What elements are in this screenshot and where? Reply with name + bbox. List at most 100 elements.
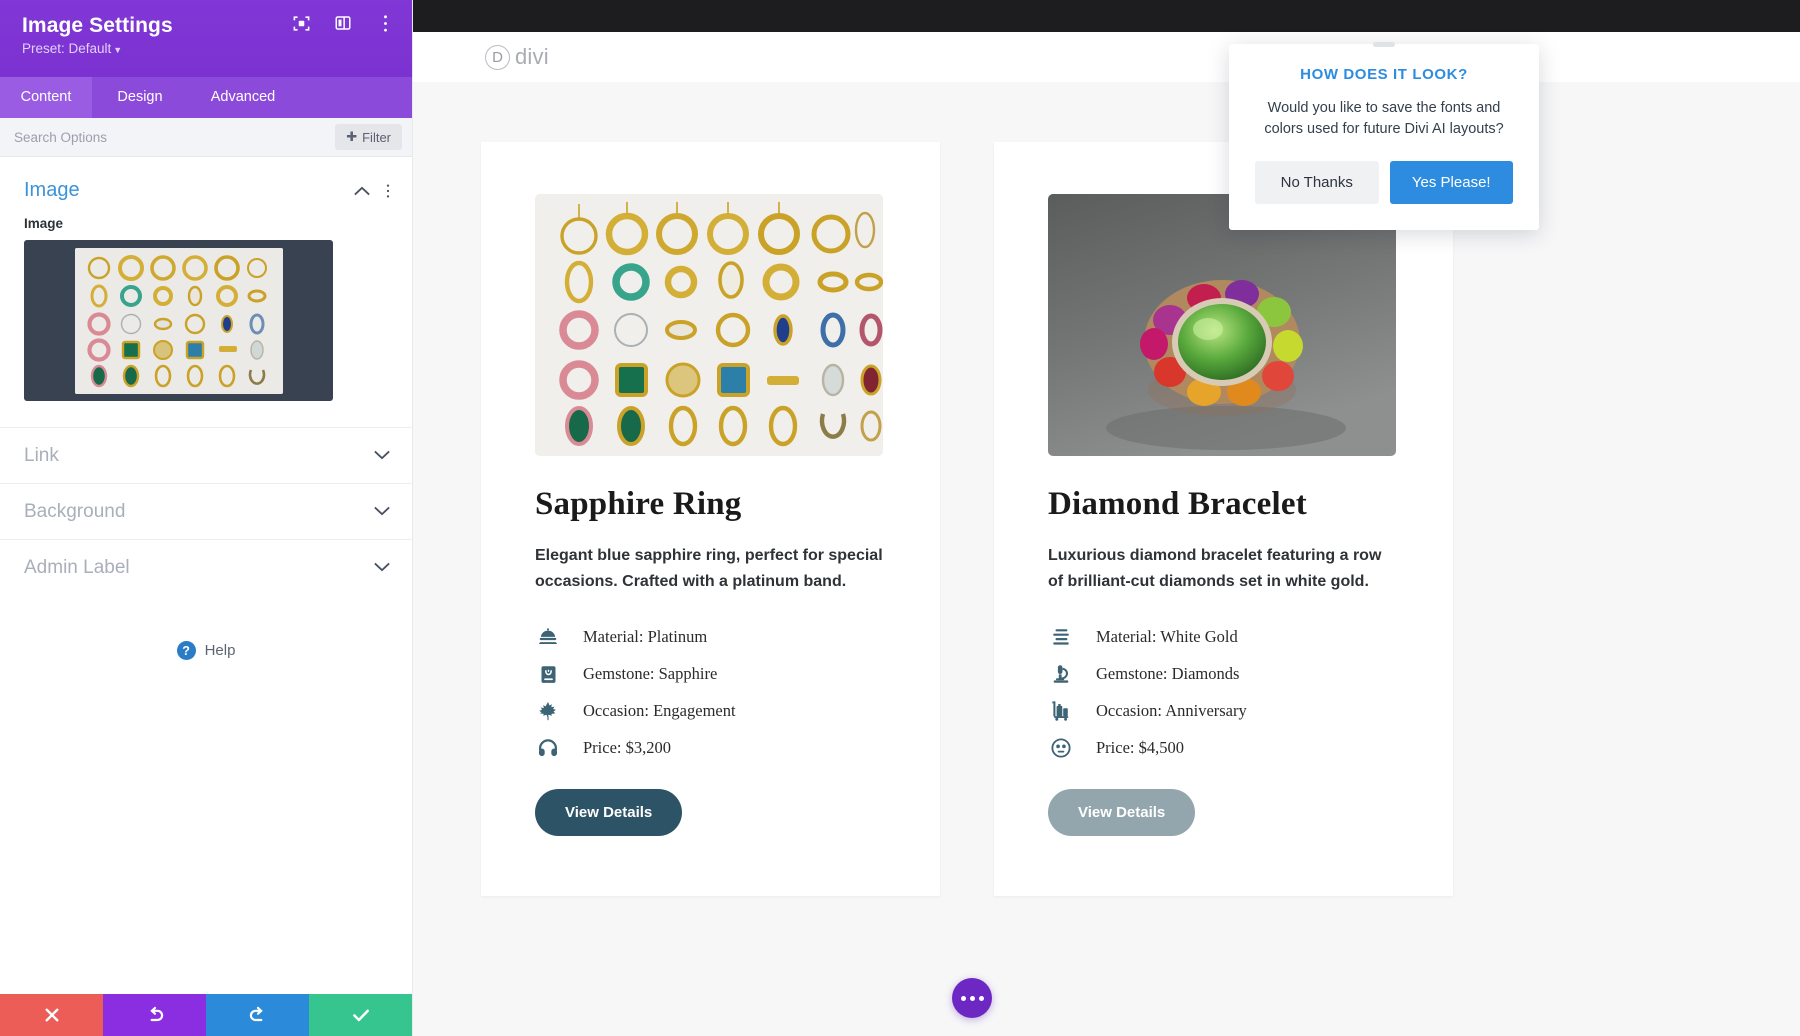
list-item: Price: $3,200 [535,730,886,767]
product-description: Luxurious diamond bracelet featuring a r… [1048,547,1382,590]
dialog-message: Would you like to save the fonts and col… [1264,100,1504,138]
feature-label: Material: White Gold [1096,627,1238,647]
feature-label: Gemstone: Sapphire [583,664,718,684]
help-label: Help [204,642,236,659]
section-image-title: Image [24,179,80,201]
product-title: Diamond Bracelet [1048,486,1307,522]
list-item: Occasion: Anniversary [1048,693,1399,730]
section-link[interactable]: Link [0,427,412,483]
image-field-label: Image [24,216,64,231]
panel-layout-icon[interactable] [332,12,354,34]
site-header: D divi [413,32,1800,82]
more-vertical-icon[interactable] [374,12,396,34]
list-item: Material: White Gold [1048,619,1399,656]
chevron-down-icon [374,559,390,577]
headphones-icon [535,735,561,761]
preset-selector[interactable]: Preset: Default ▼ [22,41,394,56]
image-preview-thumbnail[interactable] [24,240,333,401]
feature-label: Gemstone: Diamonds [1096,664,1240,684]
search-options-bar: ✚ Filter [0,118,412,157]
screen-root: Image Settings Preset: Default ▼ Content… [0,0,1800,1036]
feature-label: Price: $4,500 [1096,738,1184,758]
section-admin-label-label: Admin Label [24,556,130,578]
feature-label: Occasion: Engagement [583,701,736,721]
question-mark-icon: ? [176,641,196,660]
no-thanks-button[interactable]: No Thanks [1255,161,1379,205]
divi-logo-icon: D [485,44,510,70]
dot-icon [969,995,975,1001]
section-more-vertical-icon[interactable] [386,183,390,199]
filter-button[interactable]: ✚ Filter [335,124,402,150]
luggage-cart-icon [1048,698,1074,724]
product-card: Sapphire Ring Elegant blue sapphire ring… [481,142,940,896]
focus-target-icon[interactable] [290,12,312,34]
product-cards-row: Sapphire Ring Elegant blue sapphire ring… [413,82,1800,896]
list-item: Price: $4,500 [1048,730,1399,767]
site-body: Sapphire Ring Elegant blue sapphire ring… [413,82,1800,1036]
browser-top-strip [413,0,1800,32]
product-image-jewelry-grid [535,194,883,456]
product-feature-list: Material: White Gold Gemstone: Diamonds … [1048,619,1399,767]
settings-panel-header: Image Settings Preset: Default ▼ [0,0,412,77]
dot-icon [978,995,984,1001]
section-link-label: Link [24,444,59,466]
tab-advanced[interactable]: Advanced [188,77,298,118]
dialog-title: HOW DOES IT LOOK? [1300,66,1468,83]
section-background[interactable]: Background [0,483,412,539]
product-card: Diamond Bracelet Luxurious diamond brace… [994,142,1453,896]
settings-header-actions [290,12,396,34]
feature-label: Material: Platinum [583,627,708,647]
list-item: Material: Platinum [535,619,886,656]
undo-button[interactable] [103,994,206,1036]
more-options-fab[interactable] [952,978,992,1018]
face-icon [1048,735,1074,761]
image-settings-panel: Image Settings Preset: Default ▼ Content… [0,0,413,1036]
jewelry-grid-thumbnail [74,247,283,394]
search-input[interactable] [14,129,328,145]
maple-leaf-icon [535,698,561,724]
section-background-label: Background [24,500,126,522]
book-icon [535,661,561,687]
save-button[interactable] [309,994,412,1036]
chevron-down-icon [374,503,390,521]
yes-please-button[interactable]: Yes Please! [1389,161,1513,205]
divi-ai-save-dialog: HOW DOES IT LOOK? Would you like to save… [1229,42,1539,231]
chevron-up-icon[interactable] [354,186,370,196]
align-lines-icon [1048,624,1074,650]
microscope-icon [1048,661,1074,687]
product-feature-list: Material: Platinum Gemstone: Sapphire Oc… [535,619,886,767]
divi-logo-text: divi [515,44,549,69]
tab-design[interactable]: Design [92,77,188,118]
help-link[interactable]: ? Help [0,641,412,660]
product-title: Sapphire Ring [535,486,742,522]
settings-body: Image Image Link Background Admin Label … [0,157,412,994]
dialog-handle [1373,42,1395,47]
divi-logo[interactable]: D divi [485,44,549,70]
caret-down-icon: ▼ [113,45,123,55]
product-image-gemstone-ring [1048,194,1396,456]
redo-button[interactable] [206,994,309,1036]
list-item: Gemstone: Diamonds [1048,656,1399,693]
view-details-button[interactable]: View Details [1048,788,1196,836]
feature-label: Occasion: Anniversary [1096,701,1247,721]
filter-label: Filter [362,129,391,145]
settings-tabs: Content Design Advanced [0,77,412,118]
image-preview-wrap [0,240,412,427]
product-description: Elegant blue sapphire ring, perfect for … [535,547,883,590]
chevron-down-icon [374,447,390,465]
website-preview: D divi Sapphire Ring Elegant blue sapphi… [413,32,1800,1036]
tab-content[interactable]: Content [0,77,92,118]
list-item: Gemstone: Sapphire [535,656,886,693]
cancel-button[interactable] [0,994,103,1036]
section-image-header[interactable]: Image [0,157,412,216]
preset-label: Preset: Default [22,41,112,56]
dialog-actions: No Thanks Yes Please! [1255,161,1513,205]
dot-icon [960,995,966,1001]
view-details-button[interactable]: View Details [535,788,683,836]
bell-dome-icon [535,624,561,650]
settings-footer-actions [0,994,412,1036]
section-admin-label[interactable]: Admin Label [0,539,412,595]
list-item: Occasion: Engagement [535,693,886,730]
plus-icon: ✚ [346,129,358,144]
feature-label: Price: $3,200 [583,738,671,758]
